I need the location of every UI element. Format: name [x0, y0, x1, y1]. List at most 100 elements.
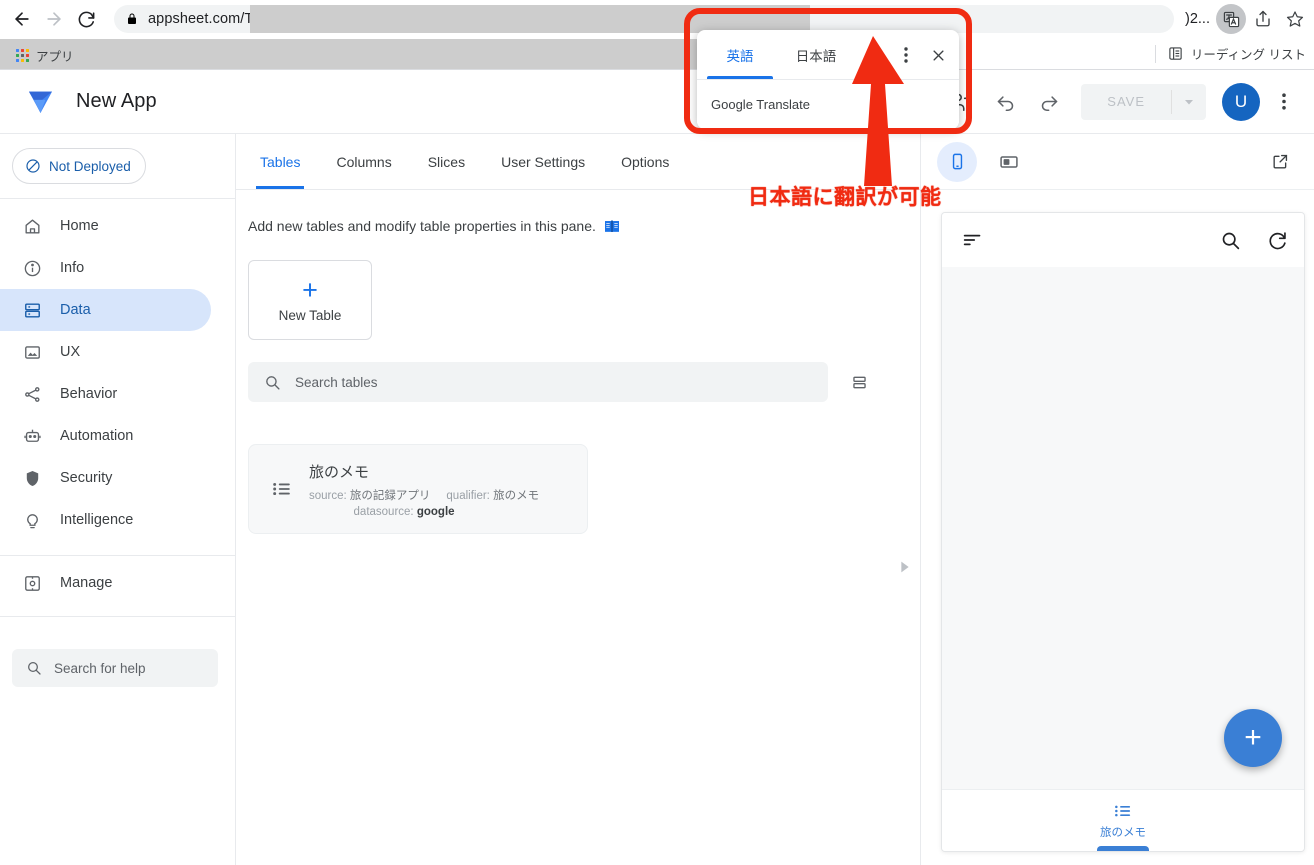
- toolbar-divider: [1155, 45, 1156, 63]
- help-search-input[interactable]: Search for help: [12, 649, 218, 687]
- tab-columns[interactable]: Columns: [318, 134, 409, 189]
- translate-tab-english[interactable]: 英語: [707, 30, 773, 79]
- annotation-note-text: 日本語に翻訳が可能: [748, 181, 942, 211]
- sidebar-item-security[interactable]: Security: [0, 457, 211, 499]
- sidebar-item-home[interactable]: Home: [0, 205, 211, 247]
- shield-icon: [22, 468, 42, 488]
- search-placeholder: Search tables: [295, 375, 378, 390]
- lock-icon: [126, 12, 138, 26]
- url-text: appsheet.com/T: [148, 11, 253, 27]
- behavior-icon: [22, 384, 42, 404]
- reading-list-button[interactable]: リーディング リスト: [1155, 44, 1306, 63]
- source-key: source:: [309, 490, 347, 502]
- deploy-status-label: Not Deployed: [49, 159, 131, 174]
- bookmark-apps-visible[interactable]: アプリ: [8, 42, 82, 68]
- sidebar-item-label: Intelligence: [60, 512, 133, 528]
- sidebar-item-manage[interactable]: Manage: [0, 562, 211, 604]
- home-icon: [22, 216, 42, 236]
- list-icon: [1113, 801, 1133, 821]
- data-icon: [22, 300, 42, 320]
- bookmarks-redaction-bar: [0, 39, 697, 69]
- bottom-nav-label: 旅のメモ: [1100, 824, 1146, 840]
- datasource-key: datasource:: [354, 506, 414, 518]
- appsheet-logo-icon[interactable]: [12, 85, 68, 118]
- sidebar-manage-group: Manage: [0, 556, 235, 604]
- table-row[interactable]: 旅のメモ source: 旅の記録アプリ qualifier: 旅のメモ dat…: [248, 444, 588, 534]
- phone-icon[interactable]: [937, 142, 977, 182]
- pane-description-text: Add new tables and modify table properti…: [248, 218, 596, 234]
- page-title: New App: [76, 90, 157, 113]
- undo-icon[interactable]: [985, 82, 1025, 122]
- translate-popup-footer: Google Translate: [697, 80, 959, 128]
- qualifier-key: qualifier:: [446, 490, 489, 502]
- sidebar-item-label: Security: [60, 470, 112, 486]
- open-in-new-icon[interactable]: [1260, 142, 1300, 182]
- url-redaction-bar: [250, 5, 810, 33]
- bookmark-star-icon[interactable]: [1280, 4, 1310, 34]
- tab-options[interactable]: Options: [603, 134, 687, 189]
- table-meta-row1: source: 旅の記録アプリ qualifier: 旅のメモ: [309, 487, 539, 503]
- reading-list-label: リーディング リスト: [1191, 44, 1306, 63]
- redo-icon[interactable]: [1029, 82, 1069, 122]
- qualifier-value: 旅のメモ: [493, 490, 539, 502]
- close-icon[interactable]: [923, 40, 953, 70]
- sidebar-item-automation[interactable]: Automation: [0, 415, 211, 457]
- info-icon: [22, 258, 42, 278]
- avatar[interactable]: U: [1222, 83, 1260, 121]
- sidebar: Not Deployed Home Info Data UX Behavior …: [0, 134, 236, 865]
- translate-icon[interactable]: [1216, 4, 1246, 34]
- preview-toolbar: [921, 134, 1314, 190]
- sidebar-item-label: Data: [60, 302, 91, 318]
- google-translate-label: Google Translate: [711, 97, 810, 112]
- save-button-group: SAVE: [1081, 84, 1206, 120]
- sidebar-item-label: Automation: [60, 428, 133, 444]
- sidebar-divider-help: [0, 616, 235, 617]
- search-input[interactable]: Search tables: [248, 362, 828, 402]
- plus-icon: +: [1244, 721, 1262, 755]
- table-search-row: Search tables: [248, 362, 920, 402]
- save-button[interactable]: SAVE: [1081, 84, 1171, 120]
- translate-tab-indicator: [707, 76, 773, 79]
- reload-button[interactable]: [70, 3, 102, 35]
- chevron-down-icon[interactable]: [1172, 84, 1206, 120]
- sidebar-item-label: Info: [60, 260, 84, 276]
- tablet-icon[interactable]: [989, 142, 1029, 182]
- sidebar-item-intelligence[interactable]: Intelligence: [0, 499, 211, 541]
- truncated-url-text: )2...: [1185, 11, 1210, 27]
- list-view-icon[interactable]: [850, 373, 869, 392]
- search-icon[interactable]: [1220, 230, 1241, 251]
- help-search-placeholder: Search for help: [54, 661, 146, 676]
- sort-icon[interactable]: [962, 231, 983, 249]
- lightbulb-icon: [22, 510, 42, 530]
- manage-icon: [22, 573, 42, 593]
- app-header-actions: SAVE U: [941, 82, 1304, 122]
- tab-slices[interactable]: Slices: [410, 134, 483, 189]
- sidebar-item-info[interactable]: Info: [0, 247, 211, 289]
- bottom-nav-indicator: [1097, 846, 1149, 852]
- preview-app-toolbar-actions: [1220, 230, 1288, 251]
- kebab-menu-icon[interactable]: [1264, 82, 1304, 122]
- add-record-fab[interactable]: +: [1224, 709, 1282, 767]
- translate-popup: 英語 日本語 Google Translate: [697, 30, 959, 129]
- tab-tables[interactable]: Tables: [242, 134, 318, 189]
- sidebar-item-data[interactable]: Data: [0, 289, 211, 331]
- deploy-status-badge[interactable]: Not Deployed: [12, 148, 146, 184]
- plus-icon: +: [302, 278, 318, 302]
- sidebar-item-label: Manage: [60, 575, 112, 591]
- book-icon[interactable]: [604, 219, 620, 233]
- back-button[interactable]: [6, 3, 38, 35]
- robot-icon: [22, 426, 42, 446]
- toolbar-icon-group: )2...: [1185, 0, 1310, 38]
- new-table-button[interactable]: + New Table: [248, 260, 372, 340]
- new-table-label: New Table: [279, 308, 342, 323]
- sidebar-item-behavior[interactable]: Behavior: [0, 373, 211, 415]
- sidebar-item-ux[interactable]: UX: [0, 331, 211, 373]
- apps-grid-icon: [16, 49, 29, 62]
- app-preview-device: + 旅のメモ: [941, 212, 1305, 852]
- sidebar-item-label: Home: [60, 218, 99, 234]
- tab-user-settings[interactable]: User Settings: [483, 134, 603, 189]
- expand-pane-button[interactable]: [896, 559, 912, 575]
- share-icon[interactable]: [1248, 4, 1278, 34]
- refresh-icon[interactable]: [1267, 230, 1288, 251]
- forward-button[interactable]: [38, 3, 70, 35]
